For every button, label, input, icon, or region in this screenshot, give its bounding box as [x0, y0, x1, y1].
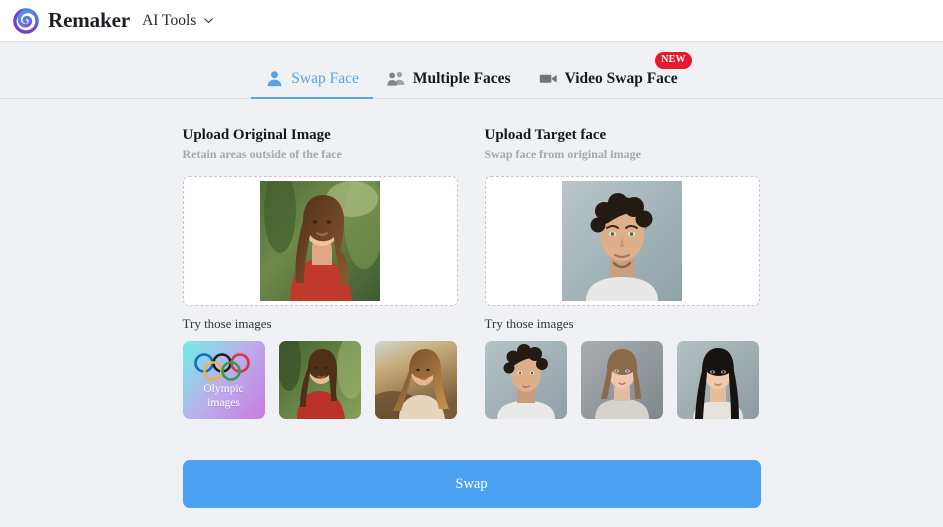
remaker-spiral-logo-icon[interactable]	[12, 7, 40, 35]
tab-swap-face[interactable]: Swap Face	[251, 69, 373, 99]
brand-name: Remaker	[48, 8, 131, 32]
panel-original-image: Upload Original Image Retain areas outsi…	[182, 126, 458, 420]
thumb-olympic-images[interactable]: Olympic images	[182, 341, 265, 420]
active-tab-indicator	[251, 97, 373, 99]
tab-multiple-faces-label: Multiple Faces	[412, 69, 511, 87]
thumbs-target	[484, 341, 760, 420]
try-images-label-original: Try those images	[182, 316, 272, 332]
try-images-label-target: Try those images	[484, 316, 574, 332]
swap-button[interactable]: Swap	[182, 460, 761, 509]
panel-target-face: Upload Target face Swap face from origin…	[484, 126, 760, 420]
preview-target-face	[562, 181, 682, 302]
tab-bar: Swap Face Multiple Faces Video Swap Face…	[0, 42, 943, 99]
thumb-woman-red-top[interactable]	[278, 341, 361, 420]
dropzone-original-image[interactable]	[182, 176, 458, 307]
main-content: Upload Original Image Retain areas outsi…	[0, 99, 943, 509]
thumb-fair-haired-woman[interactable]	[580, 341, 663, 420]
tab-video-swap-face-label: Video Swap Face	[564, 69, 678, 87]
app-header: Remaker AI Tools	[0, 0, 943, 42]
upload-panels: Upload Original Image Retain areas outsi…	[182, 126, 761, 420]
thumbs-original: Olympic images	[182, 341, 458, 420]
person-icon	[265, 69, 284, 88]
panel-target-subtitle: Swap face from original image	[484, 146, 641, 161]
panel-original-title: Upload Original Image	[182, 127, 331, 143]
content-column: Upload Original Image Retain areas outsi…	[182, 126, 761, 509]
tab-swap-face-label: Swap Face	[291, 69, 359, 87]
panel-original-subtitle: Retain areas outside of the face	[182, 146, 342, 161]
tab-video-swap-face[interactable]: Video Swap Face NEW	[525, 52, 692, 98]
ai-tools-menu[interactable]: AI Tools	[142, 12, 215, 30]
dropzone-target-face[interactable]	[484, 176, 760, 307]
preview-original-image	[260, 181, 380, 302]
tab-list: Swap Face Multiple Faces Video Swap Face…	[251, 52, 692, 99]
panel-target-title: Upload Target face	[484, 127, 607, 143]
video-camera-icon	[539, 69, 558, 88]
chevron-down-icon	[202, 14, 215, 27]
thumb-curly-haired-man[interactable]	[484, 341, 567, 420]
new-badge: NEW	[655, 52, 692, 69]
ai-tools-menu-label: AI Tools	[142, 11, 197, 29]
tab-multiple-faces[interactable]: Multiple Faces	[373, 69, 525, 98]
people-icon	[387, 69, 406, 88]
thumb-woman-beach-sunset[interactable]	[374, 341, 457, 420]
thumb-dark-haired-woman[interactable]	[676, 341, 759, 420]
